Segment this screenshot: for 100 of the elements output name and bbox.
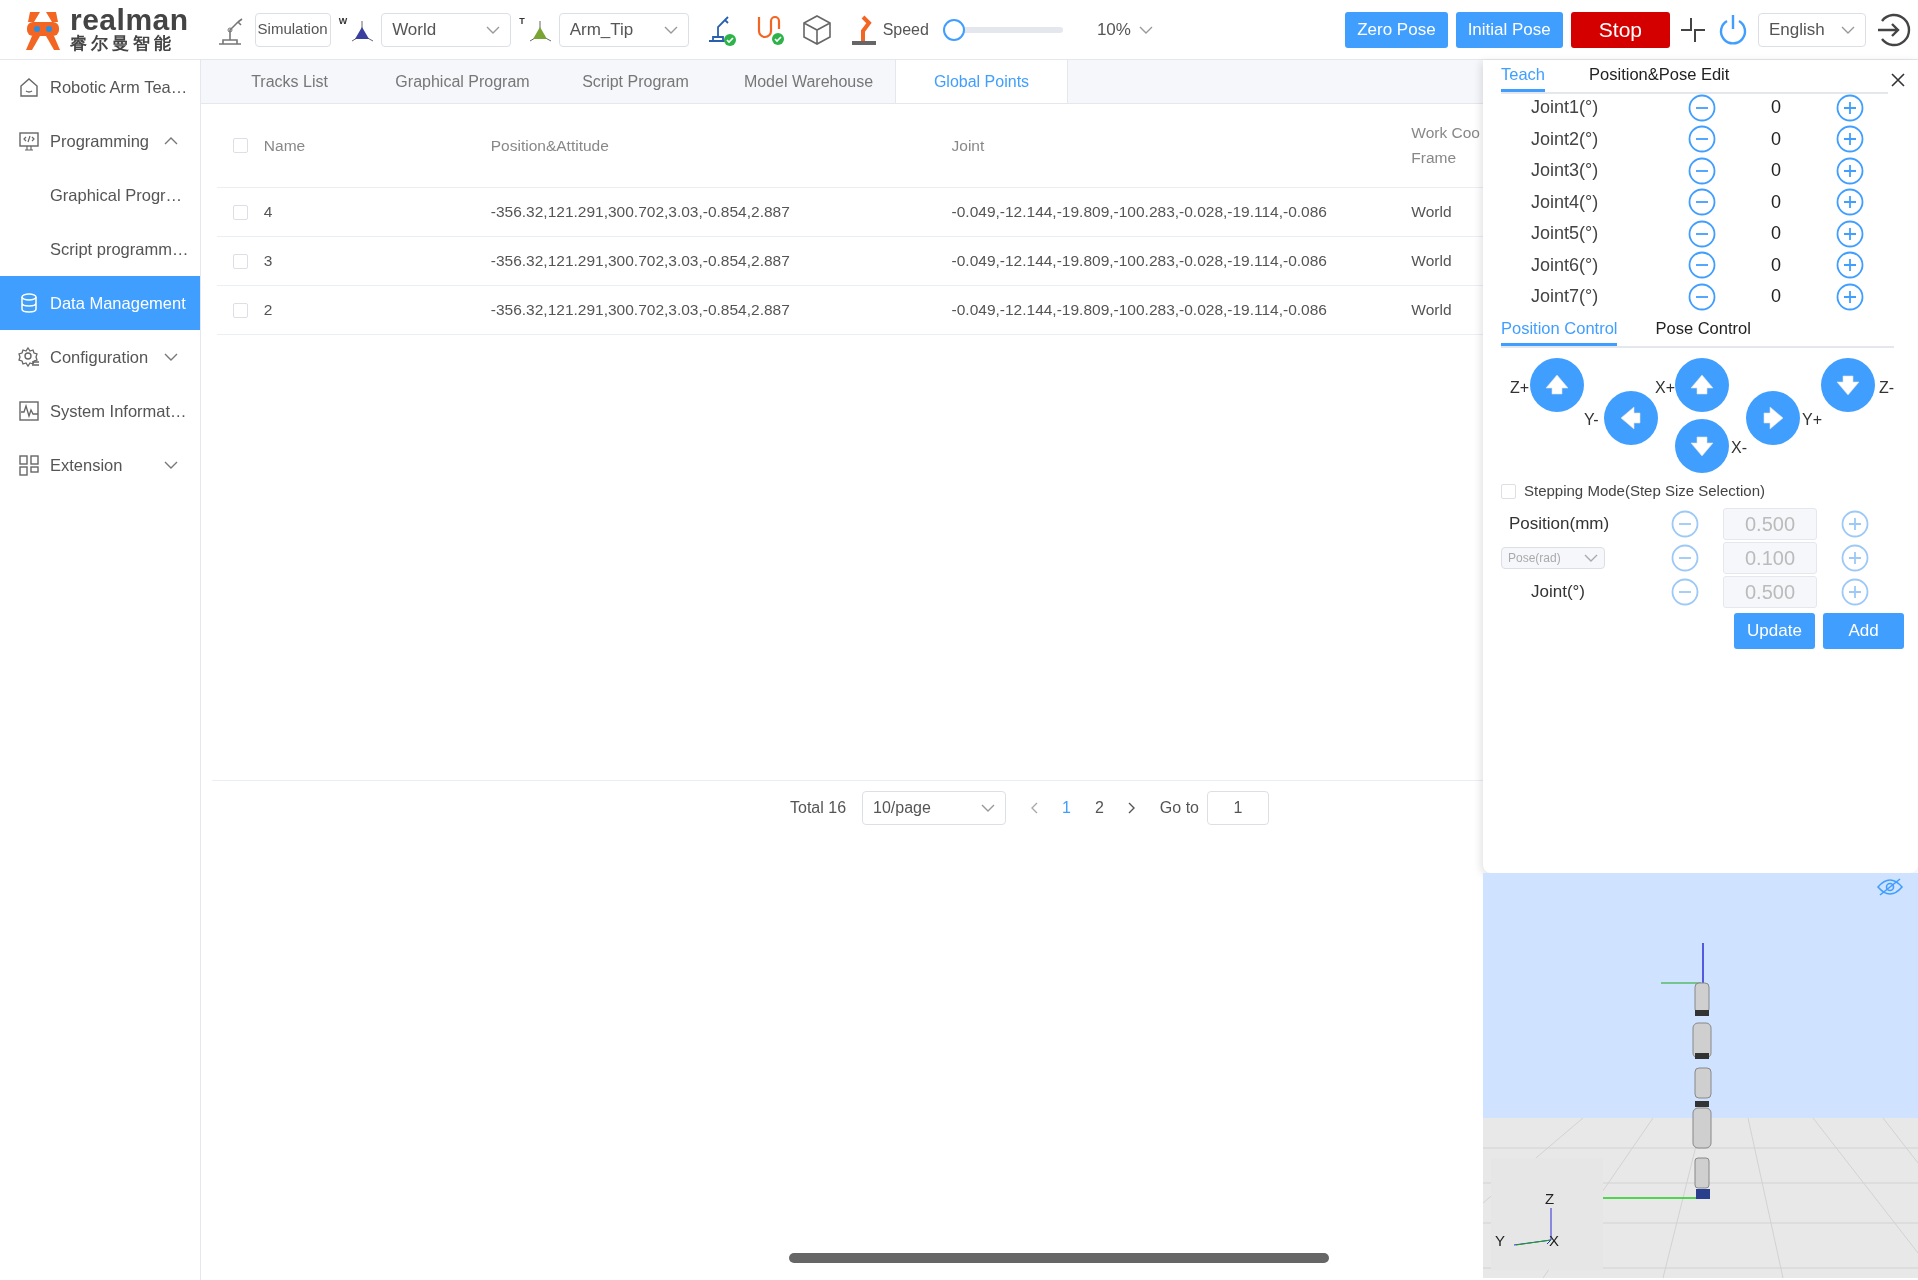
panel-tab[interactable]: Teach (1501, 62, 1546, 92)
tab[interactable]: Global Points (895, 60, 1068, 103)
table-cell: -356.32,121.291,300.702,3.03,-0.854,2.887 (490, 301, 790, 319)
house-icon (18, 76, 40, 98)
plus-button[interactable] (1841, 577, 1869, 606)
minus-button[interactable] (1671, 577, 1699, 606)
brand-subtitle: 睿尔曼智能 (70, 35, 176, 54)
mode-button[interactable]: Simulation (254, 12, 331, 47)
sidebar-item[interactable]: Data Management (0, 276, 200, 330)
jog-button[interactable] (1746, 391, 1800, 445)
minus-button[interactable] (1688, 188, 1716, 216)
grid-icon (18, 454, 40, 476)
jog-button[interactable] (1530, 358, 1584, 412)
language-select[interactable]: English (1758, 12, 1866, 47)
row-checkbox[interactable] (233, 302, 248, 318)
plus-button[interactable] (1841, 509, 1869, 538)
tab[interactable]: Model Warehouse (722, 60, 895, 103)
sidebar-item[interactable]: Configuration (0, 330, 200, 384)
minus-button[interactable] (1688, 93, 1716, 122)
database-icon (18, 292, 40, 314)
row-checkbox[interactable] (233, 253, 248, 269)
row-checkbox[interactable] (233, 204, 248, 220)
sidebar-item[interactable]: Graphical Progr… (0, 168, 200, 222)
up-arrow-icon (1544, 372, 1570, 398)
stepping-checkbox[interactable] (1501, 483, 1516, 499)
monitor-code-icon (18, 130, 40, 152)
chevron-down-icon (1841, 25, 1855, 34)
pose-button[interactable]: Initial Pose (1455, 11, 1563, 48)
table-cell: 2 (263, 301, 273, 319)
chevron-down-icon (1138, 25, 1153, 34)
jog-button[interactable] (1604, 391, 1658, 445)
next-page-button[interactable] (1127, 802, 1136, 814)
sidebar-item[interactable]: Programming (0, 114, 200, 168)
column-header: Joint (951, 135, 986, 156)
column-header: Name (263, 135, 307, 156)
goto-label: Go to (1159, 798, 1199, 818)
frame-select[interactable]: World (381, 12, 512, 47)
plus-button[interactable] (1836, 188, 1864, 216)
page-link[interactable]: 2 (1094, 796, 1104, 820)
panel-tab[interactable]: Position&Pose Edit (1589, 62, 1730, 92)
jog-label: Z- (1879, 378, 1895, 398)
sidebar-item[interactable]: Robotic Arm Tea… (0, 60, 200, 114)
plus-button[interactable] (1836, 219, 1864, 248)
tab[interactable]: Graphical Program (376, 60, 549, 103)
minus-button[interactable] (1688, 251, 1716, 279)
minus-button[interactable] (1671, 509, 1699, 538)
jog-label: X+ (1655, 378, 1675, 398)
tab[interactable]: Script Program (549, 60, 722, 103)
joint-label: Joint6(°) (1530, 253, 1600, 277)
chevron-down-icon (663, 25, 678, 34)
sidebar-item[interactable]: Extension (0, 438, 200, 492)
prev-page-button[interactable] (1030, 802, 1039, 814)
stop-button[interactable]: Stop (1570, 11, 1670, 48)
speed-slider[interactable] (942, 18, 965, 41)
minus-button[interactable] (1688, 282, 1716, 311)
table-cell: World (1411, 202, 1452, 220)
table-cell: 3 (263, 252, 273, 270)
tab[interactable]: Tracks List (203, 60, 376, 103)
goto-field[interactable]: 1 (1207, 791, 1269, 825)
plus-button[interactable] (1841, 543, 1869, 572)
table-cell: World (1411, 251, 1452, 269)
pose-button[interactable]: Zero Pose (1345, 11, 1448, 48)
sidebar-item[interactable]: System Informat… (0, 384, 200, 438)
action-button[interactable]: Update (1734, 612, 1815, 649)
minus-button[interactable] (1671, 543, 1699, 572)
minus-button[interactable] (1688, 156, 1716, 185)
page-link[interactable]: 1 (1062, 796, 1071, 820)
action-button[interactable]: Add (1823, 612, 1904, 649)
scrollbar[interactable] (789, 1253, 1329, 1263)
control-tab[interactable]: Pose Control (1655, 316, 1751, 346)
joint-label: Joint5(°) (1530, 222, 1600, 245)
jog-label: Y+ (1802, 410, 1822, 430)
tool-select[interactable]: Arm_Tip (558, 12, 689, 47)
jog-button[interactable] (1675, 358, 1729, 412)
minus-button[interactable] (1688, 125, 1716, 153)
eye-off-icon[interactable] (1876, 877, 1904, 897)
total-count: Total 16 (790, 798, 847, 818)
table-cell: World (1411, 300, 1452, 318)
cube-icon[interactable] (800, 12, 833, 47)
plus-button[interactable] (1836, 282, 1864, 311)
minus-button[interactable] (1688, 219, 1716, 248)
control-tab[interactable]: Position Control (1501, 316, 1618, 346)
select-all-checkbox[interactable] (233, 138, 248, 153)
column-header: Work Coo Frame (1411, 122, 1481, 168)
axis-label: X (1549, 1231, 1559, 1251)
joint-value: 0 (1770, 96, 1782, 119)
plus-button[interactable] (1836, 156, 1864, 185)
plus-button[interactable] (1836, 93, 1864, 122)
down-arrow-icon (1689, 433, 1715, 459)
plus-button[interactable] (1836, 125, 1864, 153)
right-arrow-icon (1760, 405, 1786, 431)
joint-value: 0 (1770, 253, 1782, 277)
column-header: Position&Attitude (490, 135, 610, 156)
down-arrow-icon (1835, 372, 1861, 398)
joint-label: Joint2(°) (1530, 127, 1600, 151)
sidebar-item[interactable]: Script programm… (0, 222, 200, 276)
jog-button[interactable] (1821, 358, 1875, 412)
jog-button[interactable] (1675, 419, 1729, 473)
plus-button[interactable] (1836, 251, 1864, 279)
page-size-select[interactable]: 10/page (862, 791, 1007, 825)
